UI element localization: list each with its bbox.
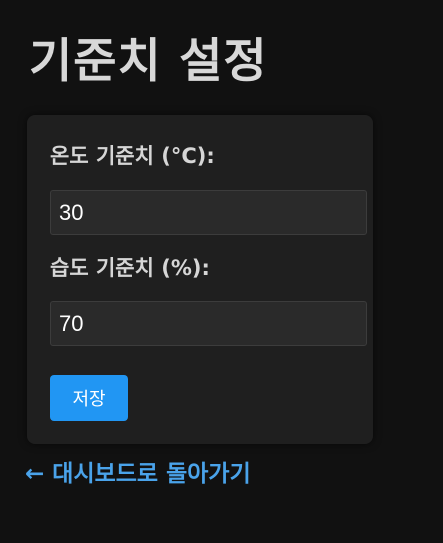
save-button[interactable]: 저장: [50, 375, 128, 421]
page-title: 기준치 설정: [29, 34, 268, 89]
temperature-threshold-input[interactable]: [50, 190, 367, 235]
humidity-threshold-label: 습도 기준치 (%):: [50, 256, 210, 280]
humidity-threshold-input[interactable]: [50, 301, 367, 346]
settings-page: 기준치 설정 온도 기준치 (°C): 습도 기준치 (%): 저장 ← 대시보…: [0, 0, 443, 543]
threshold-form-card: 온도 기준치 (°C): 습도 기준치 (%): 저장: [27, 115, 373, 444]
temperature-threshold-label: 온도 기준치 (°C):: [50, 144, 215, 168]
back-to-dashboard-link[interactable]: ← 대시보드로 돌아가기: [25, 458, 251, 490]
